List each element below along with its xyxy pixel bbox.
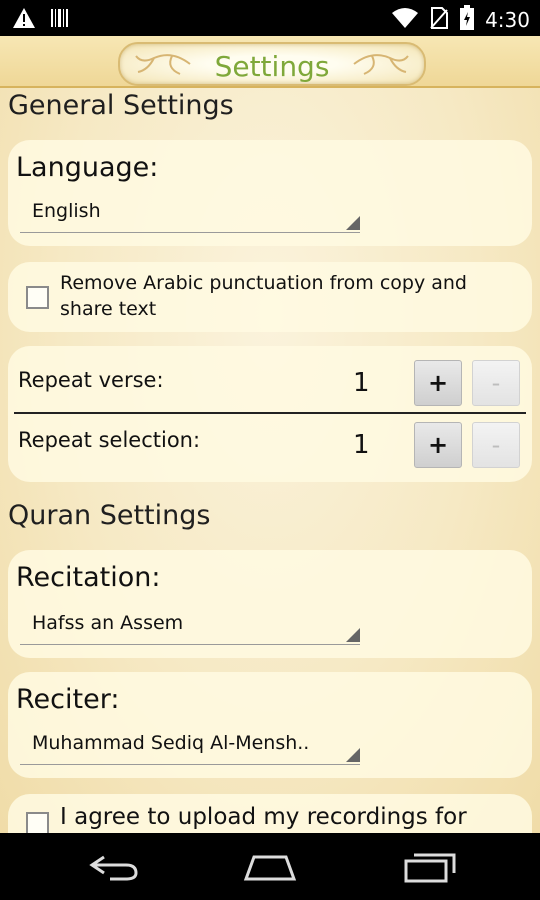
language-spinner[interactable]: English xyxy=(20,198,360,233)
upload-agree-card: I agree to upload my recordings for xyxy=(8,794,532,833)
remove-punctuation-text: Remove Arabic punctuation from copy and … xyxy=(60,272,467,320)
recitation-card: Recitation: Hafss an Assem xyxy=(8,550,532,658)
remove-punctuation-card: Remove Arabic punctuation from copy and … xyxy=(8,262,532,332)
status-right: 4:30 xyxy=(391,5,530,35)
recitation-value: Hafss an Assem xyxy=(32,612,184,634)
repeat-verse-label: Repeat verse: xyxy=(18,368,164,392)
reciter-spinner[interactable]: Muhammad Sediq Al-Mensh.. xyxy=(20,730,360,765)
repeat-card: Repeat verse: 1 + - Repeat selection: 1 … xyxy=(8,346,532,482)
reciter-card: Reciter: Muhammad Sediq Al-Mensh.. xyxy=(8,672,532,778)
recitation-spinner[interactable]: Hafss an Assem xyxy=(20,610,360,645)
status-left xyxy=(12,7,70,33)
battery-icon xyxy=(459,5,475,35)
title-bar: Settings xyxy=(0,36,540,88)
repeat-divider xyxy=(14,412,526,414)
warning-icon xyxy=(12,7,36,33)
dropdown-arrow-icon xyxy=(346,748,360,762)
upload-agree-checkbox[interactable] xyxy=(26,812,49,833)
quran-settings-header: Quran Settings xyxy=(8,500,211,531)
repeat-verse-minus-button[interactable]: - xyxy=(472,360,520,406)
dropdown-arrow-icon xyxy=(346,216,360,230)
reciter-value: Muhammad Sediq Al-Mensh.. xyxy=(32,732,310,754)
language-label: Language: xyxy=(16,152,159,183)
upload-agree-text: I agree to upload my recordings for xyxy=(60,804,467,830)
repeat-verse-count: 1 xyxy=(353,368,370,398)
language-card: Language: English xyxy=(8,140,532,246)
navigation-bar xyxy=(0,833,540,900)
remove-punctuation-checkbox[interactable] xyxy=(26,286,49,309)
recents-icon[interactable] xyxy=(402,851,458,883)
clock: 4:30 xyxy=(485,8,530,32)
home-icon[interactable] xyxy=(242,851,298,883)
title-plaque: Settings xyxy=(118,42,426,86)
recitation-label: Recitation: xyxy=(16,562,161,593)
repeat-selection-label: Repeat selection: xyxy=(18,428,201,452)
wifi-icon xyxy=(391,7,419,33)
status-bar: 4:30 xyxy=(0,0,540,36)
repeat-selection-count: 1 xyxy=(353,430,370,460)
settings-screen: Settings General Settings Language: Engl… xyxy=(0,36,540,833)
language-value: English xyxy=(32,200,101,222)
page-title: Settings xyxy=(214,50,330,83)
back-icon[interactable] xyxy=(86,851,142,883)
dropdown-arrow-icon xyxy=(346,628,360,642)
repeat-selection-plus-button[interactable]: + xyxy=(414,422,462,468)
no-sim-icon xyxy=(429,6,449,34)
general-settings-header: General Settings xyxy=(8,90,234,121)
repeat-verse-plus-button[interactable]: + xyxy=(414,360,462,406)
repeat-selection-minus-button[interactable]: - xyxy=(472,422,520,468)
reciter-label: Reciter: xyxy=(16,684,120,715)
barcode-icon xyxy=(50,7,70,33)
